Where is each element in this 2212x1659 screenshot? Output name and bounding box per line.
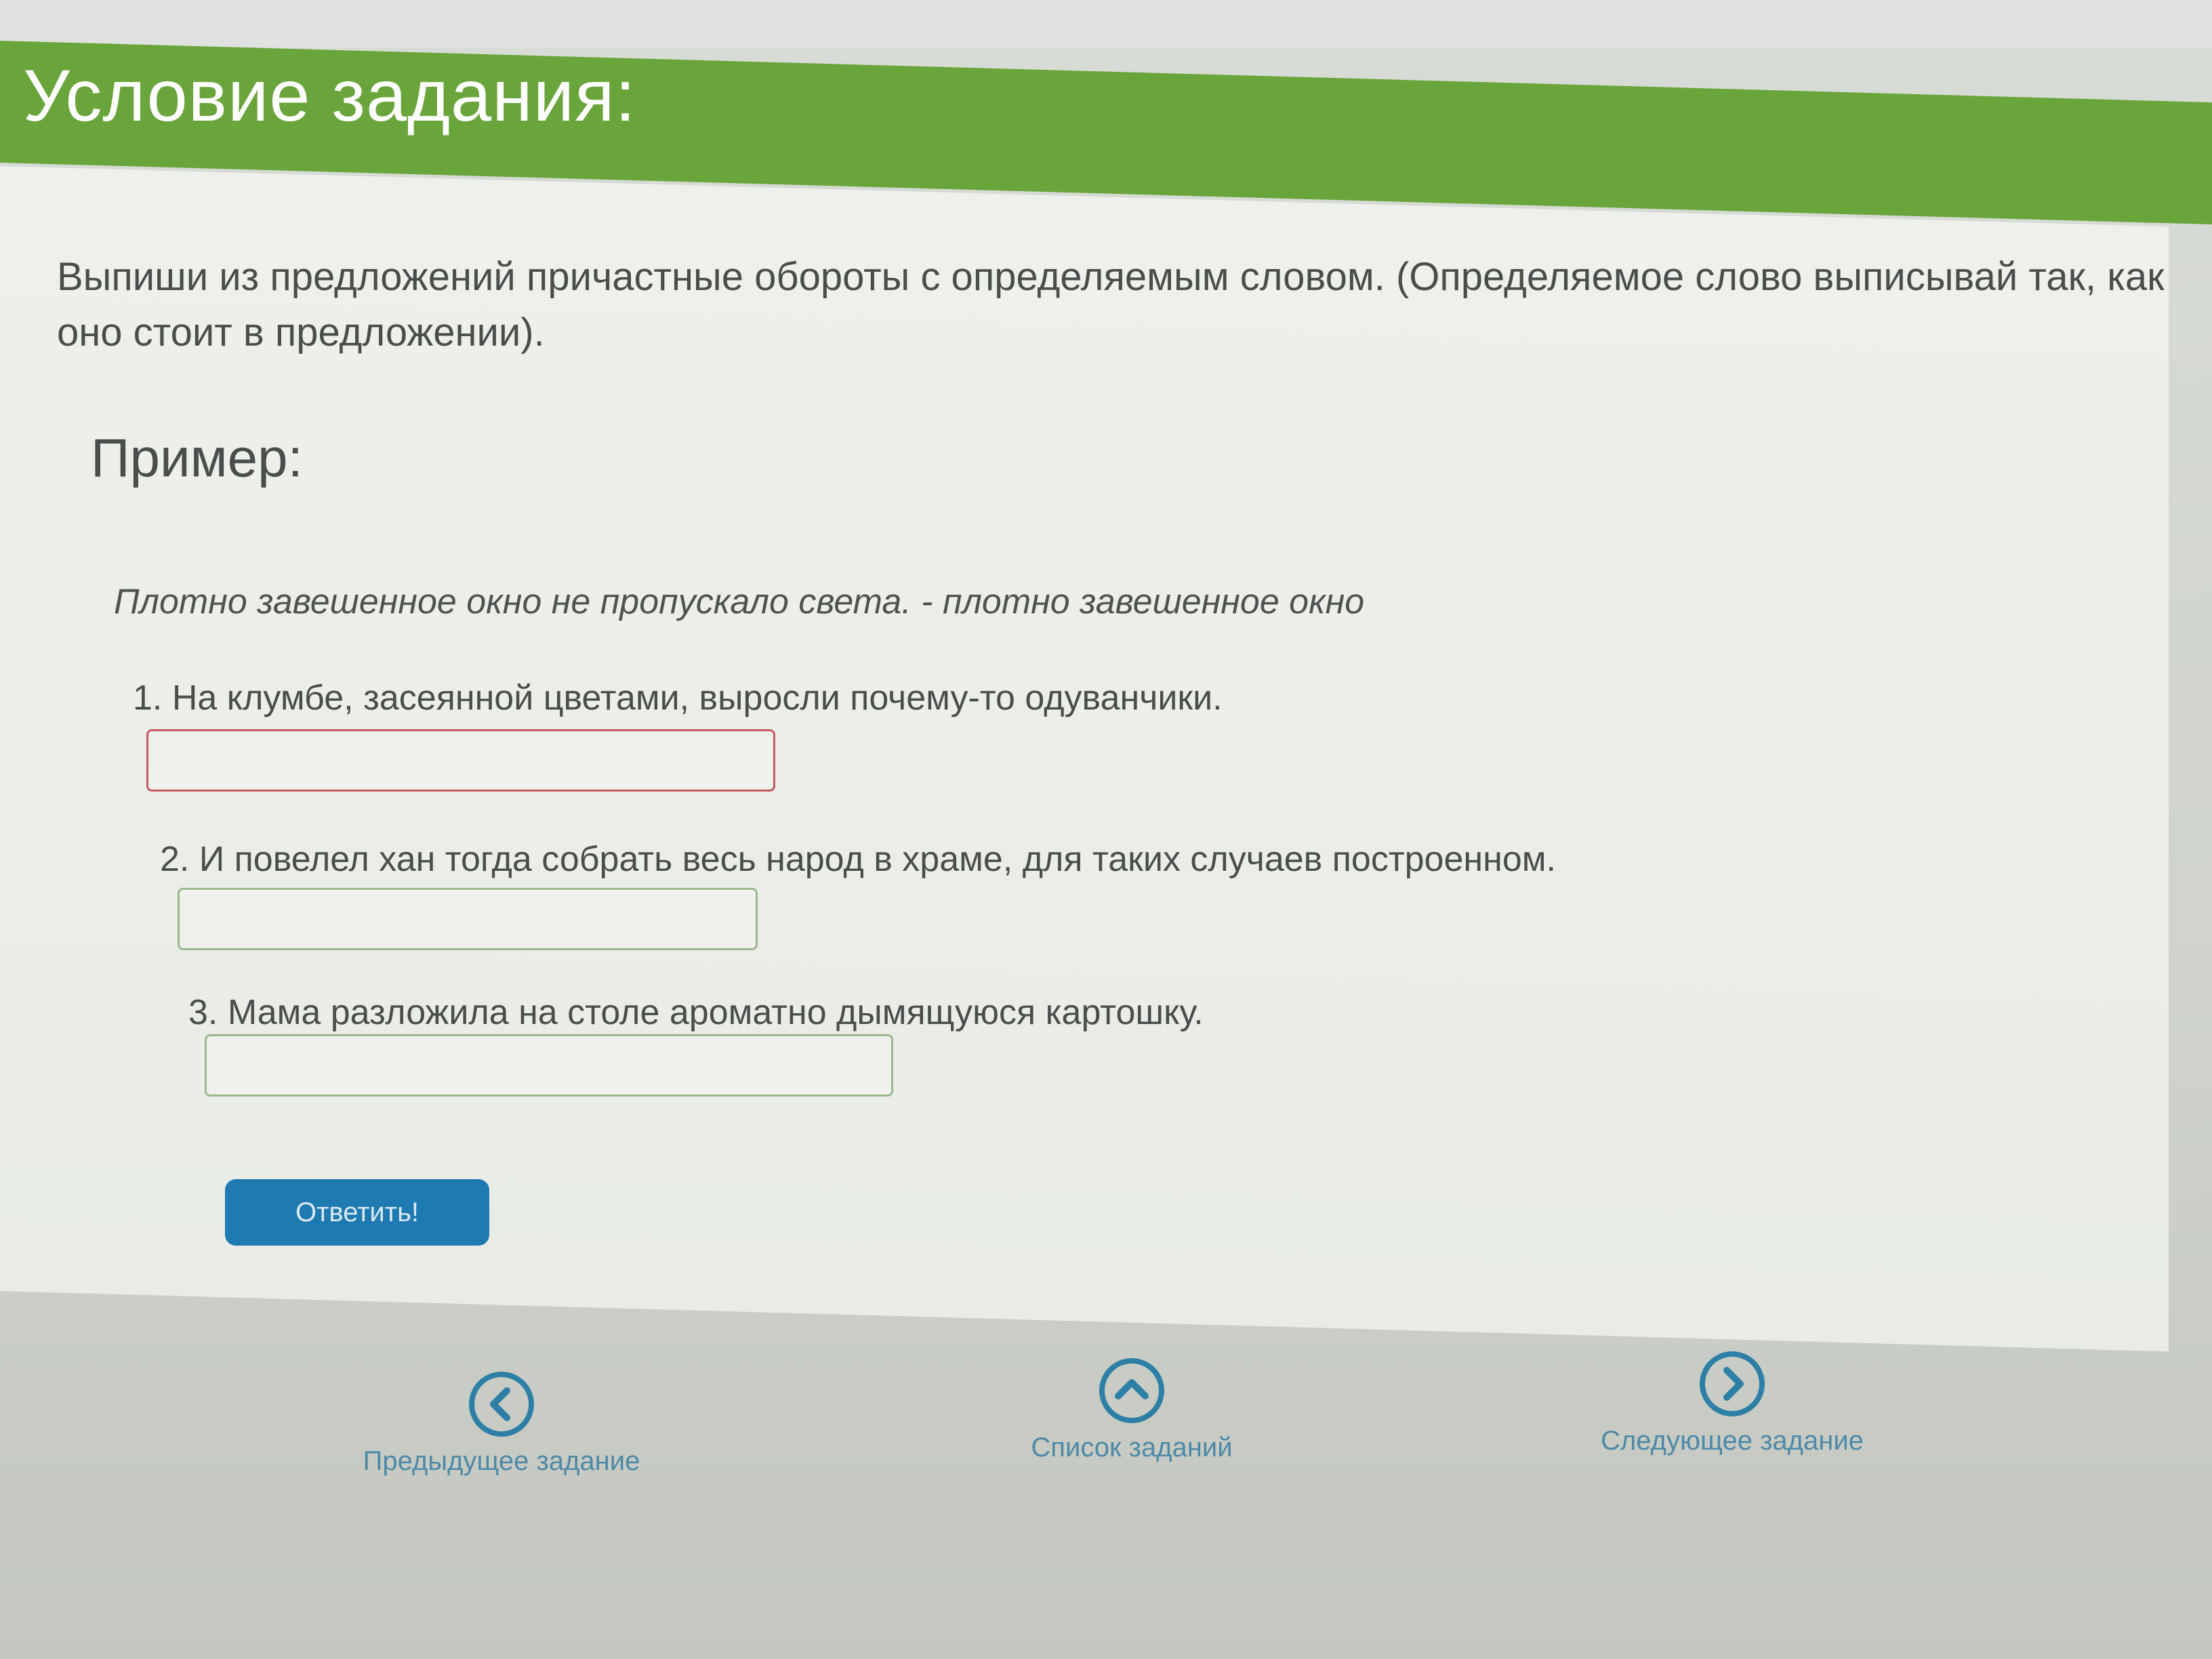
screen-background: Условие задания: Выпиши из предложений п… [0,0,2212,1659]
prev-task-label: Предыдущее задание [363,1446,640,1476]
answer-input-2[interactable] [178,888,758,950]
example-heading: Пример: [91,428,303,488]
submit-button[interactable]: Ответить! [225,1179,489,1246]
question-2-text: 2. И повелел хан тогда собрать весь наро… [160,840,1556,879]
answer-input-3[interactable] [205,1034,893,1097]
example-text: Плотно завешенное окно не пропускало све… [114,582,1365,621]
task-list-label: Список заданий [1031,1433,1233,1462]
page-title: Условие задания: [23,54,636,136]
chevron-left-circle-icon [469,1372,534,1437]
prev-task-link[interactable]: Предыдущее задание [298,1369,705,1477]
question-3-text: 3. Мама разложила на столе ароматно дымя… [188,993,1204,1032]
question-1-text: 1. На клумбе, засеянной цветами, выросли… [133,678,1223,718]
chevron-right-circle-icon [1700,1351,1765,1416]
next-task-label: Следующее задание [1601,1426,1864,1456]
answer-input-1[interactable] [146,729,775,792]
task-instructions: Выпиши из предложений причастные обороты… [57,255,2165,354]
chevron-up-circle-icon [1099,1358,1164,1423]
next-task-link[interactable]: Следующее задание [1529,1349,1936,1456]
top-strip [0,0,2212,47]
task-list-link[interactable]: Список заданий [928,1355,1335,1463]
